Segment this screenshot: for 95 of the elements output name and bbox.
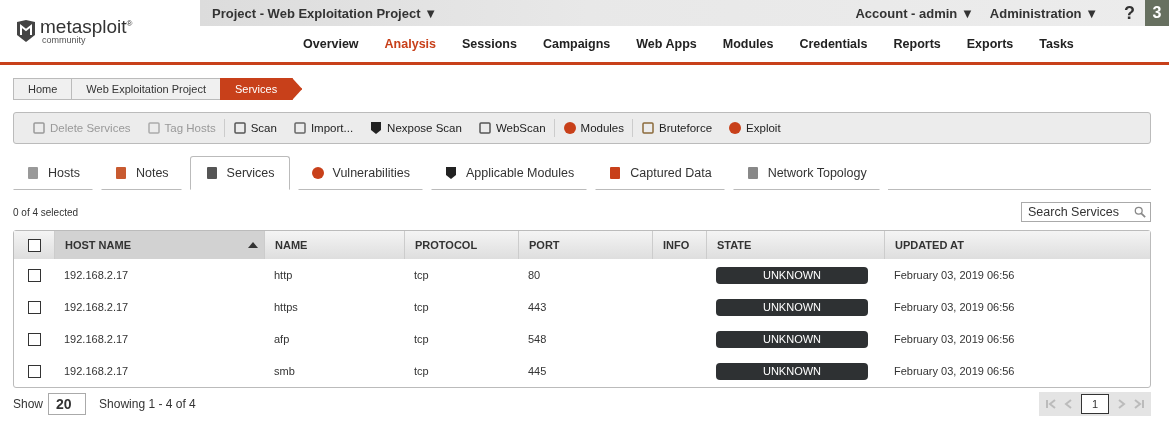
search-field[interactable]: Search Services — [1021, 202, 1151, 222]
table-cell: 192.168.2.17 — [64, 365, 129, 377]
table-cell: afp — [274, 333, 290, 345]
tool-icon — [32, 121, 46, 135]
nav-item[interactable]: Web Apps — [636, 37, 697, 51]
show-label: Show — [13, 397, 44, 411]
select-all-checkbox[interactable] — [27, 238, 41, 252]
page-number-field[interactable]: 1 — [1081, 394, 1109, 414]
tab[interactable]: Network Topology — [732, 156, 880, 190]
table-cell: February 03, 2019 06:56 — [894, 269, 1015, 281]
table-cell: February 03, 2019 06:56 — [894, 333, 1015, 345]
column-header[interactable]: PROTOCOL — [404, 231, 518, 259]
logo-icon — [16, 19, 36, 43]
table-cell: 548 — [528, 333, 547, 345]
logo-edition: community — [42, 36, 86, 45]
tab-icon — [113, 166, 128, 180]
nav-item[interactable]: Sessions — [462, 37, 517, 51]
help-button[interactable]: ? — [1124, 2, 1135, 24]
tab[interactable]: Applicable Modules — [430, 156, 588, 190]
tool-icon — [369, 121, 384, 135]
toolbar-button[interactable]: WebScan — [469, 121, 554, 135]
nav-item[interactable]: Campaigns — [542, 37, 611, 51]
tool-icon — [641, 121, 655, 135]
logo-wordmark: metasploit$^{®}$ — [40, 17, 133, 36]
administration-menu[interactable]: Administration ▼ — [989, 5, 1098, 21]
search-icon — [1134, 206, 1146, 218]
table-cell: 192.168.2.17 — [64, 269, 129, 281]
table-cell: 445 — [528, 365, 547, 377]
tab[interactable]: Captured Data — [595, 156, 725, 190]
table-cell: http — [274, 269, 293, 281]
breadcrumb[interactable]: Web Exploitation Project — [71, 78, 221, 100]
table-cell: February 03, 2019 06:56 — [894, 301, 1015, 313]
account-menu[interactable]: Account - admin ▼ — [855, 5, 974, 21]
tab-icon — [204, 166, 219, 180]
row-checkbox[interactable] — [27, 364, 41, 378]
tab-icon — [26, 166, 40, 180]
tab[interactable]: Services — [189, 156, 290, 190]
tab-icon — [443, 166, 458, 180]
tab-icon — [608, 166, 623, 180]
toolbar-button[interactable]: Modules — [554, 121, 632, 135]
column-header[interactable]: INFO — [652, 231, 706, 259]
table-cell: smb — [274, 365, 295, 377]
table-cell: 192.168.2.17 — [64, 301, 129, 313]
selection-count: 0 of 4 selected — [13, 206, 79, 218]
nav-item[interactable]: Exports — [966, 37, 1014, 51]
tab[interactable]: Hosts — [13, 156, 93, 190]
table-cell: February 03, 2019 06:56 — [894, 365, 1015, 377]
nav-item[interactable]: Modules — [722, 37, 774, 51]
column-header[interactable]: PORT — [518, 231, 652, 259]
tool-icon — [562, 121, 577, 135]
breadcrumb[interactable]: Services — [220, 78, 303, 100]
nav-item[interactable]: Credentials — [799, 37, 868, 51]
column-header[interactable]: HOST NAME — [54, 231, 264, 259]
tab[interactable]: Notes — [100, 156, 182, 190]
nav-item[interactable]: Analysis — [384, 37, 436, 51]
toolbar-button[interactable]: Nexpose Scan — [361, 121, 470, 135]
toolbar-button[interactable]: Bruteforce — [633, 121, 721, 135]
state-pill: UNKNOWN — [716, 362, 868, 380]
toolbar-button[interactable]: Exploit — [720, 121, 789, 135]
state-pill: UNKNOWN — [716, 266, 868, 284]
row-checkbox[interactable] — [27, 300, 41, 314]
nav-item[interactable]: Tasks — [1039, 37, 1074, 51]
tab-icon — [745, 166, 760, 180]
nav-item[interactable]: Overview — [303, 37, 359, 51]
table-cell: tcp — [414, 333, 429, 345]
notification-badge[interactable]: 3 — [1145, 0, 1169, 26]
sort-arrow-icon — [248, 242, 258, 248]
table-cell: https — [274, 301, 298, 313]
state-pill: UNKNOWN — [716, 298, 868, 316]
table-cell: 443 — [528, 301, 547, 313]
nav-item[interactable]: Reports — [893, 37, 941, 51]
showing-count: Showing 1 - 4 of 4 — [99, 397, 196, 411]
table-cell: tcp — [414, 301, 429, 313]
state-pill: UNKNOWN — [716, 330, 868, 348]
tool-icon — [477, 121, 492, 135]
tool-icon — [146, 121, 161, 135]
tool-icon — [292, 121, 307, 135]
tool-icon — [232, 121, 247, 135]
table-cell: 192.168.2.17 — [64, 333, 129, 345]
tab[interactable]: Vulnerabilities — [297, 156, 423, 190]
column-header[interactable]: STATE — [706, 231, 884, 259]
column-header[interactable]: UPDATED AT — [884, 231, 1150, 259]
breadcrumb[interactable]: Home — [13, 78, 73, 100]
toolbar-button[interactable]: Import... — [284, 121, 362, 135]
table-cell: 80 — [528, 269, 541, 281]
table-cell: tcp — [414, 365, 429, 377]
toolbar-button[interactable]: Scan — [224, 121, 285, 135]
tool-icon — [728, 121, 743, 135]
column-header[interactable]: NAME — [264, 231, 404, 259]
per-page-field[interactable]: 20 — [48, 393, 87, 415]
tab-icon — [310, 166, 325, 180]
row-checkbox[interactable] — [27, 332, 41, 346]
project-menu[interactable]: Project - Web Exploitation Project ▼ — [200, 5, 437, 21]
table-cell: tcp — [414, 269, 429, 281]
row-checkbox[interactable] — [27, 268, 41, 282]
